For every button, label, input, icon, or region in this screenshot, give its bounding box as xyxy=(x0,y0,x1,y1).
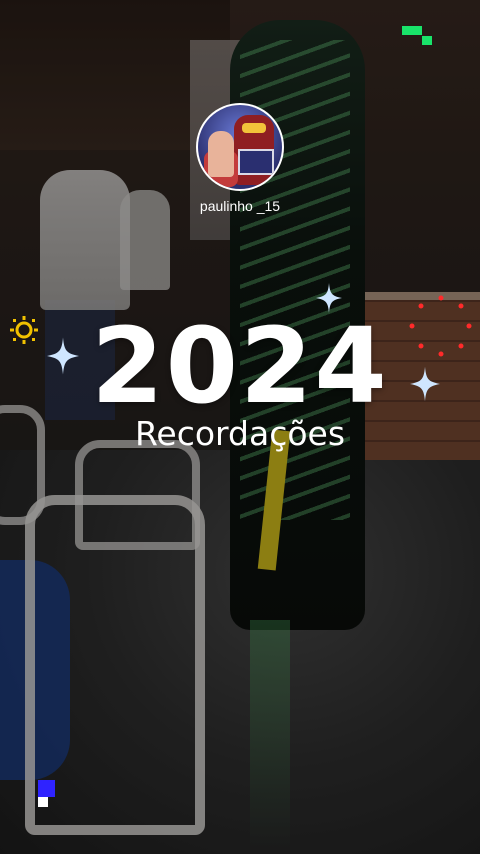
avatar[interactable] xyxy=(196,103,284,191)
year-title: 2024 xyxy=(91,305,389,427)
robot-chest xyxy=(238,149,274,175)
profile-photo-icon xyxy=(198,105,282,189)
pixel-deco-icon xyxy=(38,780,55,797)
username[interactable]: paulinho _15 xyxy=(0,198,480,214)
pixel-deco-icon xyxy=(38,797,48,807)
child-figure xyxy=(208,131,234,177)
pixel-deco-icon xyxy=(402,26,432,45)
subtitle: Recordações xyxy=(134,414,346,453)
robot-visor xyxy=(242,123,266,133)
